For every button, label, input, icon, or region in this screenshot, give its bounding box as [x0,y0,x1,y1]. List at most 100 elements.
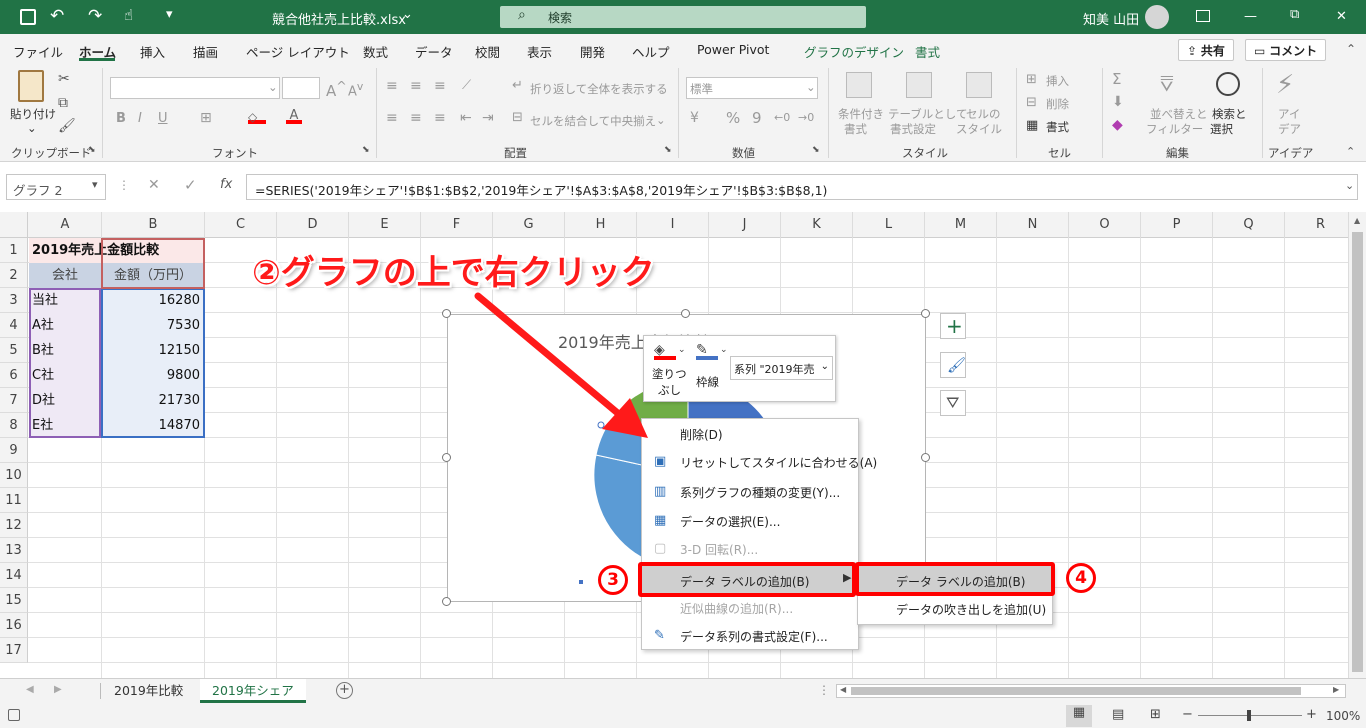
insert-cells-button[interactable]: 挿入 [1046,73,1069,89]
table-cell-company[interactable]: B社 [29,338,57,363]
column-header-p[interactable]: P [1141,212,1213,238]
merge-dropdown-icon[interactable]: ⌄ [656,113,666,127]
row-header-11[interactable]: 11 [0,488,28,513]
resize-handle-tc[interactable] [681,309,690,318]
cell-styles-button-1[interactable]: セルの [966,106,1001,122]
find-select-icon[interactable] [1216,72,1240,96]
column-header-f[interactable]: F [421,212,493,238]
align-right-icon[interactable]: ≡ [434,110,446,126]
touch-mode-icon[interactable]: ☝ [124,6,133,24]
borders-icon[interactable]: ⊞ [200,110,212,126]
chart-styles-button[interactable]: 🖌 [940,352,966,378]
find-select-button-1[interactable]: 検索と [1212,106,1247,122]
customize-qat-icon[interactable]: ▾ [166,7,173,22]
tab-developer[interactable]: 開発 [580,42,605,61]
scroll-right-icon[interactable]: ▶ [1333,685,1339,694]
table-cell-company[interactable]: E社 [29,413,56,438]
delete-cells-button[interactable]: 削除 [1046,96,1069,112]
normal-view-icon[interactable]: ▦ [1066,705,1092,727]
row-header-15[interactable]: 15 [0,588,28,613]
paste-icon[interactable] [18,70,44,102]
wrap-text-button[interactable]: 折り返して全体を表示する [530,81,668,97]
format-as-table-icon[interactable] [906,72,932,98]
align-left-icon[interactable]: ≡ [386,110,398,126]
clear-icon[interactable]: ◆ [1112,117,1123,133]
sheet-tab-2019-comparison[interactable]: 2019年比較 [102,679,195,703]
zoom-level[interactable]: 100% [1326,709,1360,723]
font-color-icon[interactable]: A [286,108,302,124]
tab-page-layout[interactable]: ページ レイアウト [246,42,350,61]
chart-elements-button[interactable]: + [940,313,966,339]
tab-help[interactable]: ヘルプ [632,42,670,61]
expand-formula-icon[interactable]: ⌄ [1345,179,1354,192]
tab-view[interactable]: 表示 [527,42,552,61]
format-cells-button[interactable]: 書式 [1046,119,1069,135]
row-header-7[interactable]: 7 [0,388,28,413]
table-cell-amount[interactable]: 16280 [102,288,203,313]
page-layout-view-icon[interactable]: ▤ [1112,707,1124,722]
comment-button[interactable]: ▭ コメント [1245,39,1327,61]
format-painter-icon[interactable]: 🖌 [58,119,76,133]
restore-icon[interactable]: ⧉ [1290,7,1299,22]
next-sheet-icon[interactable]: ▶ [54,684,62,695]
sort-filter-button-2[interactable]: フィルター [1146,121,1203,137]
column-header-l[interactable]: L [853,212,925,238]
row-header-9[interactable]: 9 [0,438,28,463]
ideas-button-1[interactable]: アイ [1278,106,1300,122]
row-header-3[interactable]: 3 [0,288,28,313]
column-header-e[interactable]: E [349,212,421,238]
select-all-corner[interactable] [0,212,28,238]
context-menu-item[interactable]: ✎ データ系列の書式設定(F)... [642,621,858,649]
fill-color-icon[interactable]: ◇ [248,110,266,124]
bold-icon[interactable]: B [116,111,126,126]
row-header-12[interactable]: 12 [0,513,28,538]
vertical-scrollbar[interactable]: ▲ [1348,212,1366,678]
tab-power-pivot[interactable]: Power Pivot [697,42,769,57]
format-as-table-button-1[interactable]: テーブルとして [888,106,967,122]
cell-styles-icon[interactable] [966,72,992,98]
autosum-icon[interactable]: Σ [1112,70,1121,88]
page-break-view-icon[interactable]: ⊞ [1150,707,1161,722]
outline-pen-icon[interactable]: ✎ [696,342,718,360]
resize-handle-mr[interactable] [921,453,930,462]
format-as-table-button-2[interactable]: 書式設定 [890,121,936,137]
paste-dropdown-icon[interactable]: ⌄ [27,121,37,135]
zoom-in-icon[interactable]: + [1306,707,1317,722]
sheet-tab-2019-share[interactable]: 2019年シェア [200,679,306,703]
table-cell-amount[interactable]: 14870 [102,413,203,438]
column-header-q[interactable]: Q [1213,212,1285,238]
row-header-13[interactable]: 13 [0,538,28,563]
cut-icon[interactable]: ✂ [58,72,70,86]
font-shrink-icon[interactable]: Av [348,80,363,99]
underline-icon[interactable]: U [158,111,168,126]
merge-center-button[interactable]: セルを結合して中央揃え [530,113,656,129]
vertical-scroll-thumb[interactable] [1352,232,1363,672]
column-header-b[interactable]: B [102,212,205,238]
ideas-button-2[interactable]: デア [1278,121,1301,137]
table-cell-amount[interactable]: 9800 [102,363,203,388]
merge-icon[interactable]: ⊟ [512,110,523,125]
sort-filter-icon[interactable]: ⩢ [1160,72,1173,97]
tab-file[interactable]: ファイル [13,42,63,61]
conditional-format-button-1[interactable]: 条件付き [838,106,884,122]
insert-function-icon[interactable]: fx [220,177,232,192]
column-header-h[interactable]: H [565,212,637,238]
comma-icon[interactable]: 9 [752,109,762,127]
sheet-options-icon[interactable]: ⋮ [818,683,830,697]
legend-marker[interactable] [579,580,583,584]
decrease-indent-icon[interactable]: ⇤ [460,110,472,126]
column-header-g[interactable]: G [493,212,565,238]
context-menu-item[interactable]: ▣ リセットしてスタイルに合わせる(A) [642,447,877,475]
user-name[interactable]: 知美 山田 [1083,9,1139,28]
column-header-i[interactable]: I [637,212,709,238]
zoom-out-icon[interactable]: − [1182,707,1193,722]
context-menu-item[interactable]: ▥ 系列グラフの種類の変更(Y)... [642,477,858,505]
row-header-6[interactable]: 6 [0,363,28,388]
row-header-5[interactable]: 5 [0,338,28,363]
table-cell-amount[interactable]: 7530 [102,313,203,338]
align-middle-icon[interactable]: ≡ [410,78,422,94]
context-menu-item[interactable]: ▦ データの選択(E)... [642,506,858,534]
insert-cells-icon[interactable]: ⊞ [1026,72,1037,87]
orientation-icon[interactable]: ⟋ [462,78,471,93]
resize-handle-tr[interactable] [921,309,930,318]
